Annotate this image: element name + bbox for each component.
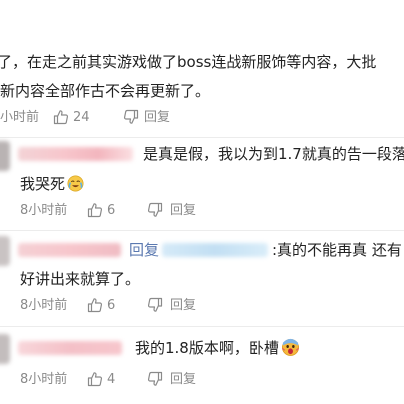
comment-2-reply-button[interactable]: 回复: [170, 201, 196, 221]
avatar[interactable]: [0, 236, 10, 266]
comment-1-like-count: 24: [73, 110, 90, 125]
thumbs-down-icon: [147, 297, 163, 312]
like-button[interactable]: [87, 371, 103, 387]
divider: [0, 137, 404, 138]
username-blurred[interactable]: [18, 243, 121, 257]
thumbs-up-icon: [53, 110, 69, 125]
thumbs-down-icon: [147, 202, 163, 217]
avatar[interactable]: [0, 334, 10, 364]
crying-laugh-emoji: [67, 172, 84, 202]
comment-4-reply-button[interactable]: 回复: [170, 370, 196, 390]
thumbs-up-icon: [87, 203, 103, 218]
comment-1-time: 小时前: [0, 110, 40, 125]
comment-2-like-count: 6: [107, 203, 116, 218]
comment-3-time: 8小时前: [20, 298, 68, 313]
dislike-button[interactable]: [147, 297, 163, 313]
thumbs-up-icon: [87, 298, 103, 313]
comment-4-line-1: 我的1.8版本啊，卧槽: [135, 333, 300, 366]
comment-2-line-1: 是真是假，我以为到1.7就真的告一段落: [143, 145, 404, 163]
comment-3-reply-prefix: 回复: [129, 241, 160, 259]
reply-target-username-blurred[interactable]: [162, 243, 268, 257]
comment-2-time: 8小时前: [20, 203, 68, 218]
dislike-button[interactable]: [123, 109, 139, 125]
dislike-button[interactable]: [147, 202, 163, 218]
username-blurred[interactable]: [18, 341, 122, 355]
like-button[interactable]: [53, 109, 69, 125]
comment-3-reply-button[interactable]: 回复: [170, 296, 196, 316]
screaming-emoji: [281, 336, 300, 366]
thumbs-up-icon: [87, 372, 103, 387]
comment-2-text: 我哭死: [20, 175, 66, 193]
comment-4-time: 8小时前: [20, 372, 68, 387]
thumbs-down-icon: [147, 371, 163, 386]
comment-4-text: 我的1.8版本啊，卧槽: [135, 339, 279, 357]
comment-2-line-2: 我哭死: [20, 169, 84, 202]
username-blurred[interactable]: [18, 147, 133, 161]
comment-3-like-count: 6: [107, 298, 116, 313]
comment-4-like-count: 4: [107, 372, 116, 387]
like-button[interactable]: [87, 297, 103, 313]
comment-3-line-1: :真的不能再真 还有: [272, 241, 402, 259]
comment-3-line-2: 好讲出来就算了。: [20, 270, 141, 288]
comment-1-line-1: 了，在走之前其实游戏做了boss连战新服饰等内容，大批: [0, 53, 377, 71]
avatar[interactable]: [0, 141, 10, 171]
comment-1-line-2: 新内容全部作古不会再更新了。: [0, 82, 211, 100]
comment-1-reply-button[interactable]: 回复: [144, 108, 170, 128]
divider: [0, 326, 404, 327]
like-button[interactable]: [87, 202, 103, 218]
dislike-button[interactable]: [147, 371, 163, 387]
divider: [0, 230, 404, 231]
thumbs-down-icon: [123, 109, 139, 124]
